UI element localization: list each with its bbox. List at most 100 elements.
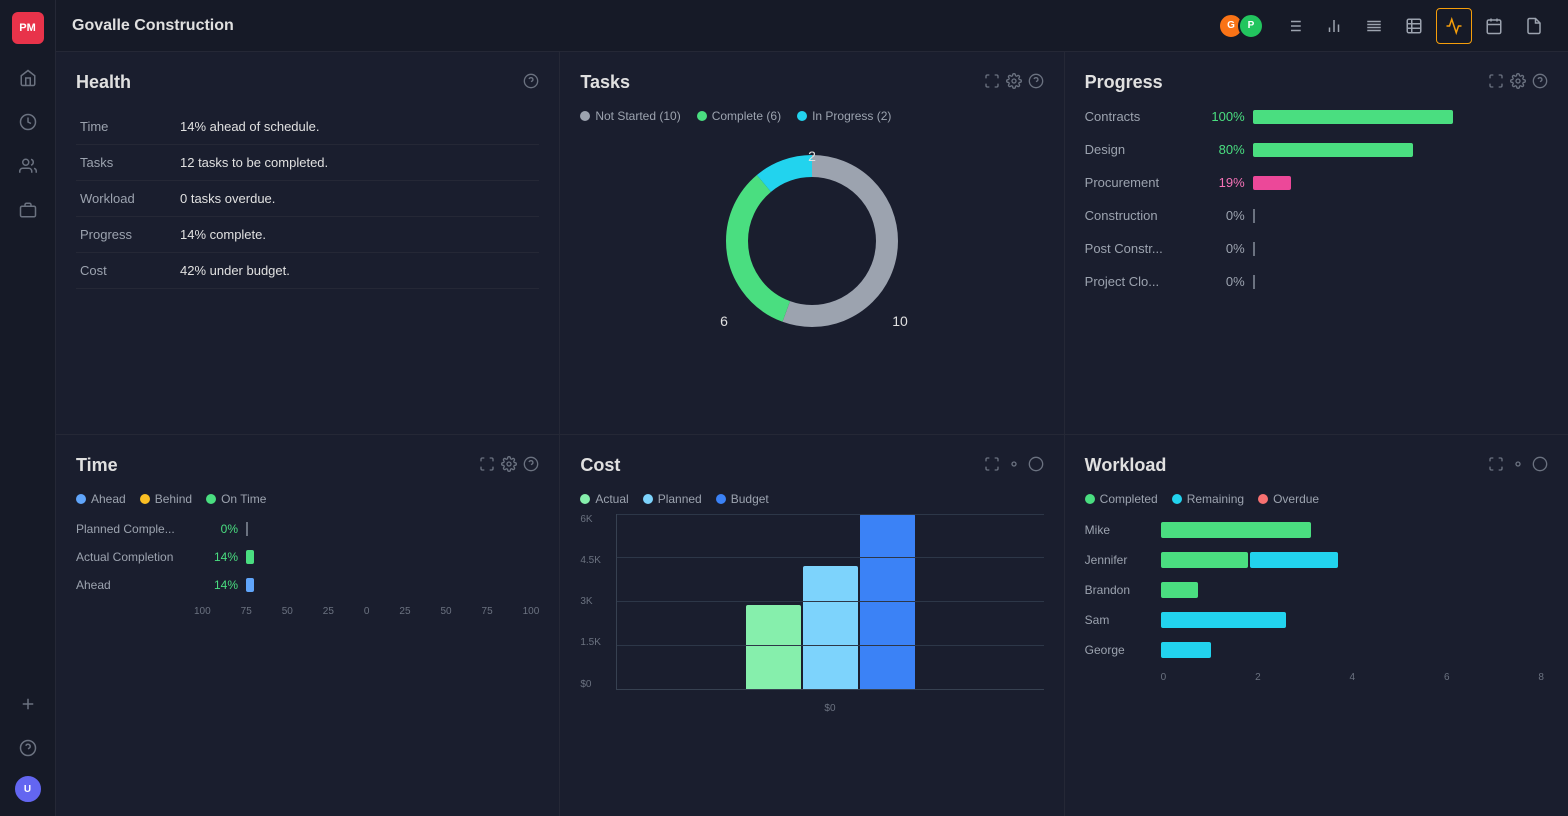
workload-x-label: 2: [1255, 672, 1261, 683]
workload-completed-bar: [1161, 552, 1249, 568]
progress-row: Project Clo... 0%: [1085, 274, 1548, 289]
table-view-button[interactable]: [1396, 8, 1432, 44]
workload-legend-dot: [1258, 494, 1268, 504]
progress-help-icon[interactable]: [1532, 73, 1548, 92]
sidebar-item-home[interactable]: [10, 60, 46, 96]
task-legend-item: Not Started (10): [580, 109, 680, 123]
avatar-p[interactable]: P: [1238, 13, 1264, 39]
time-legend-item: On Time: [206, 492, 266, 506]
bar-view-button[interactable]: [1316, 8, 1352, 44]
cost-help-icon[interactable]: [1028, 456, 1044, 475]
time-help-icon[interactable]: [523, 456, 539, 475]
progress-row: Contracts 100%: [1085, 109, 1548, 124]
workload-help-icon[interactable]: [1532, 456, 1548, 475]
workload-legend-item: Overdue: [1258, 492, 1319, 506]
time-settings-icon[interactable]: [501, 456, 517, 475]
legend-label: Not Started (10): [595, 109, 680, 123]
time-axis-label: 50: [282, 606, 293, 617]
health-help-icon[interactable]: [523, 73, 539, 92]
health-row: Tasks12 tasks to be completed.: [76, 145, 539, 181]
cost-bar-budget: [860, 514, 915, 689]
tasks-legend: Not Started (10)Complete (6)In Progress …: [580, 109, 1043, 123]
time-legend-dot: [140, 494, 150, 504]
cost-y-axis: 6K4.5K3K1.5K$0: [580, 514, 612, 690]
time-chart-row: Ahead 14%: [76, 578, 539, 592]
workload-panel: Workload CompletedRemainingOverdue Mike: [1065, 435, 1568, 816]
time-axis-label: 75: [241, 606, 252, 617]
cost-y-label: $0: [580, 679, 612, 690]
progress-expand-icon[interactable]: [1488, 73, 1504, 92]
header: Govalle Construction G P: [56, 0, 1568, 52]
donut-chart: 2 6 10: [580, 131, 1043, 351]
time-legend-label: Ahead: [91, 492, 126, 506]
progress-bar-fill: [1253, 110, 1453, 124]
cost-expand-icon[interactable]: [984, 456, 1000, 475]
align-view-button[interactable]: [1356, 8, 1392, 44]
workload-remaining-bar: [1250, 552, 1338, 568]
user-avatar[interactable]: U: [13, 774, 43, 804]
progress-settings-icon[interactable]: [1510, 73, 1526, 92]
legend-dot: [697, 111, 707, 121]
time-row-pct: 0%: [202, 522, 238, 536]
workload-person-name: Brandon: [1085, 583, 1155, 597]
sidebar-help-button[interactable]: [10, 730, 46, 766]
health-row-value: 0 tasks overdue.: [176, 181, 539, 217]
time-legend-label: Behind: [155, 492, 192, 506]
health-table: Time14% ahead of schedule.Tasks12 tasks …: [76, 109, 539, 289]
pulse-view-button[interactable]: [1436, 8, 1472, 44]
app-logo[interactable]: PM: [12, 12, 44, 44]
cost-bars-container: [616, 514, 1043, 690]
tasks-title: Tasks: [580, 72, 630, 93]
sidebar-add-button[interactable]: [10, 686, 46, 722]
time-actions: [479, 456, 539, 475]
time-row-label: Actual Completion: [76, 550, 194, 564]
progress-title: Progress: [1085, 72, 1163, 93]
cost-legend-label: Actual: [595, 492, 628, 506]
header-avatars: G P: [1218, 13, 1264, 39]
svg-text:10: 10: [892, 313, 908, 329]
workload-settings-icon[interactable]: [1510, 456, 1526, 475]
time-row-pct: 14%: [202, 578, 238, 592]
donut-svg: 2 6 10: [702, 131, 922, 351]
health-row: Time14% ahead of schedule.: [76, 109, 539, 145]
workload-chart-row: Sam: [1085, 612, 1548, 628]
health-title: Health: [76, 72, 131, 93]
progress-row-label: Design: [1085, 142, 1195, 157]
cost-y-label: 4.5K: [580, 555, 612, 566]
calendar-view-button[interactable]: [1476, 8, 1512, 44]
workload-person-name: Sam: [1085, 613, 1155, 627]
cost-legend-item: Planned: [643, 492, 702, 506]
cost-legend-label: Budget: [731, 492, 769, 506]
time-legend: Ahead Behind On Time: [76, 492, 539, 506]
time-expand-icon[interactable]: [479, 456, 495, 475]
legend-dot: [580, 111, 590, 121]
cost-legend-item: Actual: [580, 492, 628, 506]
sidebar-item-portfolio[interactable]: [10, 192, 46, 228]
progress-row-label: Contracts: [1085, 109, 1195, 124]
tasks-help-icon[interactable]: [1028, 73, 1044, 92]
sidebar-item-history[interactable]: [10, 104, 46, 140]
health-row-value: 42% under budget.: [176, 253, 539, 289]
cost-y-label: 1.5K: [580, 637, 612, 648]
workload-completed-bar: [1161, 522, 1311, 538]
time-panel-header: Time: [76, 455, 539, 476]
progress-bar-container: [1253, 275, 1548, 289]
workload-x-axis: 02468: [1085, 672, 1548, 683]
progress-row-label: Post Constr...: [1085, 241, 1195, 256]
sidebar-item-team[interactable]: [10, 148, 46, 184]
progress-row-pct: 0%: [1203, 208, 1245, 223]
progress-row: Procurement 19%: [1085, 175, 1548, 190]
time-legend-item: Behind: [140, 492, 192, 506]
health-row-value: 14% ahead of schedule.: [176, 109, 539, 145]
tasks-settings-icon[interactable]: [1006, 73, 1022, 92]
list-view-button[interactable]: [1276, 8, 1312, 44]
tasks-expand-icon[interactable]: [984, 73, 1000, 92]
time-chart-row: Actual Completion 14%: [76, 550, 539, 564]
file-view-button[interactable]: [1516, 8, 1552, 44]
workload-completed-bar: [1161, 582, 1199, 598]
workload-person-name: Mike: [1085, 523, 1155, 537]
progress-row: Construction 0%: [1085, 208, 1548, 223]
workload-expand-icon[interactable]: [1488, 456, 1504, 475]
health-panel: Health Time14% ahead of schedule.Tasks12…: [56, 52, 559, 434]
cost-settings-icon[interactable]: [1006, 456, 1022, 475]
